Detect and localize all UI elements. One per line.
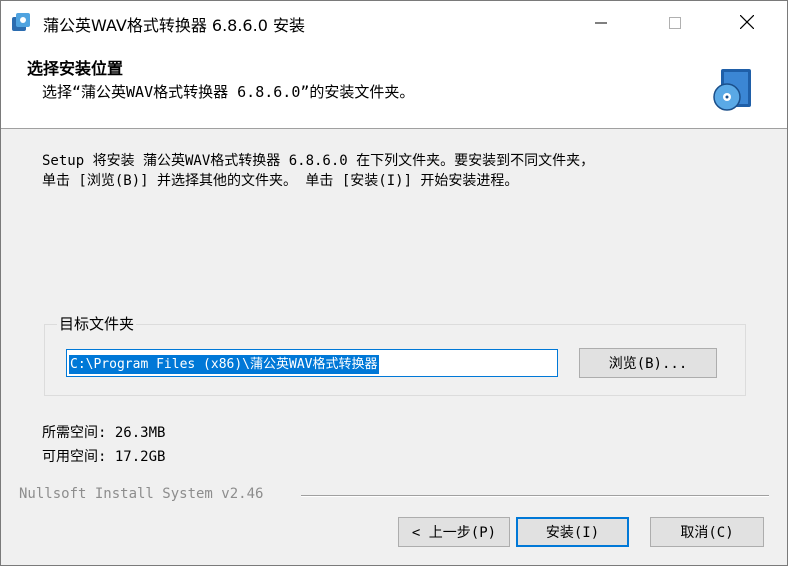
back-button[interactable]: < 上一步(P) — [398, 517, 510, 547]
close-icon — [739, 14, 755, 33]
nsis-branding: Nullsoft Install System v2.46 — [19, 486, 264, 502]
install-button[interactable]: 安装(I) — [516, 517, 629, 547]
instructions-line-2: 单击 [浏览(B)] 并选择其他的文件夹。 单击 [安装(I)] 开始安装进程。 — [42, 173, 519, 189]
page-header: 选择安装位置 选择“蒲公英WAV格式转换器 6.8.6.0”的安装文件夹。 — [1, 45, 787, 129]
install-disc-icon — [709, 65, 757, 113]
destination-group-label: 目标文件夹 — [57, 313, 137, 334]
page-subtitle: 选择“蒲公英WAV格式转换器 6.8.6.0”的安装文件夹。 — [42, 83, 415, 101]
page-title: 选择安装位置 — [27, 59, 124, 78]
title-bar[interactable]: 蒲公英WAV格式转换器 6.8.6.0 安装 — [1, 1, 787, 45]
installer-app-icon — [10, 11, 32, 33]
maximize-icon — [669, 14, 681, 33]
minimize-icon — [595, 14, 607, 33]
cancel-button[interactable]: 取消(C) — [650, 517, 764, 547]
window-title: 蒲公英WAV格式转换器 6.8.6.0 安装 — [43, 16, 305, 35]
browse-button[interactable]: 浏览(B)... — [579, 348, 717, 378]
destination-path-value: C:\Program Files (x86)\蒲公英WAV格式转换器 — [69, 355, 379, 374]
installer-window: 蒲公英WAV格式转换器 6.8.6.0 安装 选择安装位置 选择“蒲公英WAV格… — [0, 0, 788, 566]
minimize-button[interactable] — [567, 1, 635, 45]
instructions-line-1: Setup 将安装 蒲公英WAV格式转换器 6.8.6.0 在下列文件夹。要安装… — [42, 153, 595, 169]
destination-path-input[interactable]: C:\Program Files (x86)\蒲公英WAV格式转换器 — [66, 349, 558, 377]
maximize-button[interactable] — [641, 1, 709, 45]
space-required: 所需空间: 26.3MB — [42, 425, 166, 441]
footer-divider — [301, 495, 769, 497]
close-button[interactable] — [713, 1, 781, 45]
instructions: Setup 将安装 蒲公英WAV格式转换器 6.8.6.0 在下列文件夹。要安装… — [42, 151, 594, 191]
space-available: 可用空间: 17.2GB — [42, 449, 166, 465]
